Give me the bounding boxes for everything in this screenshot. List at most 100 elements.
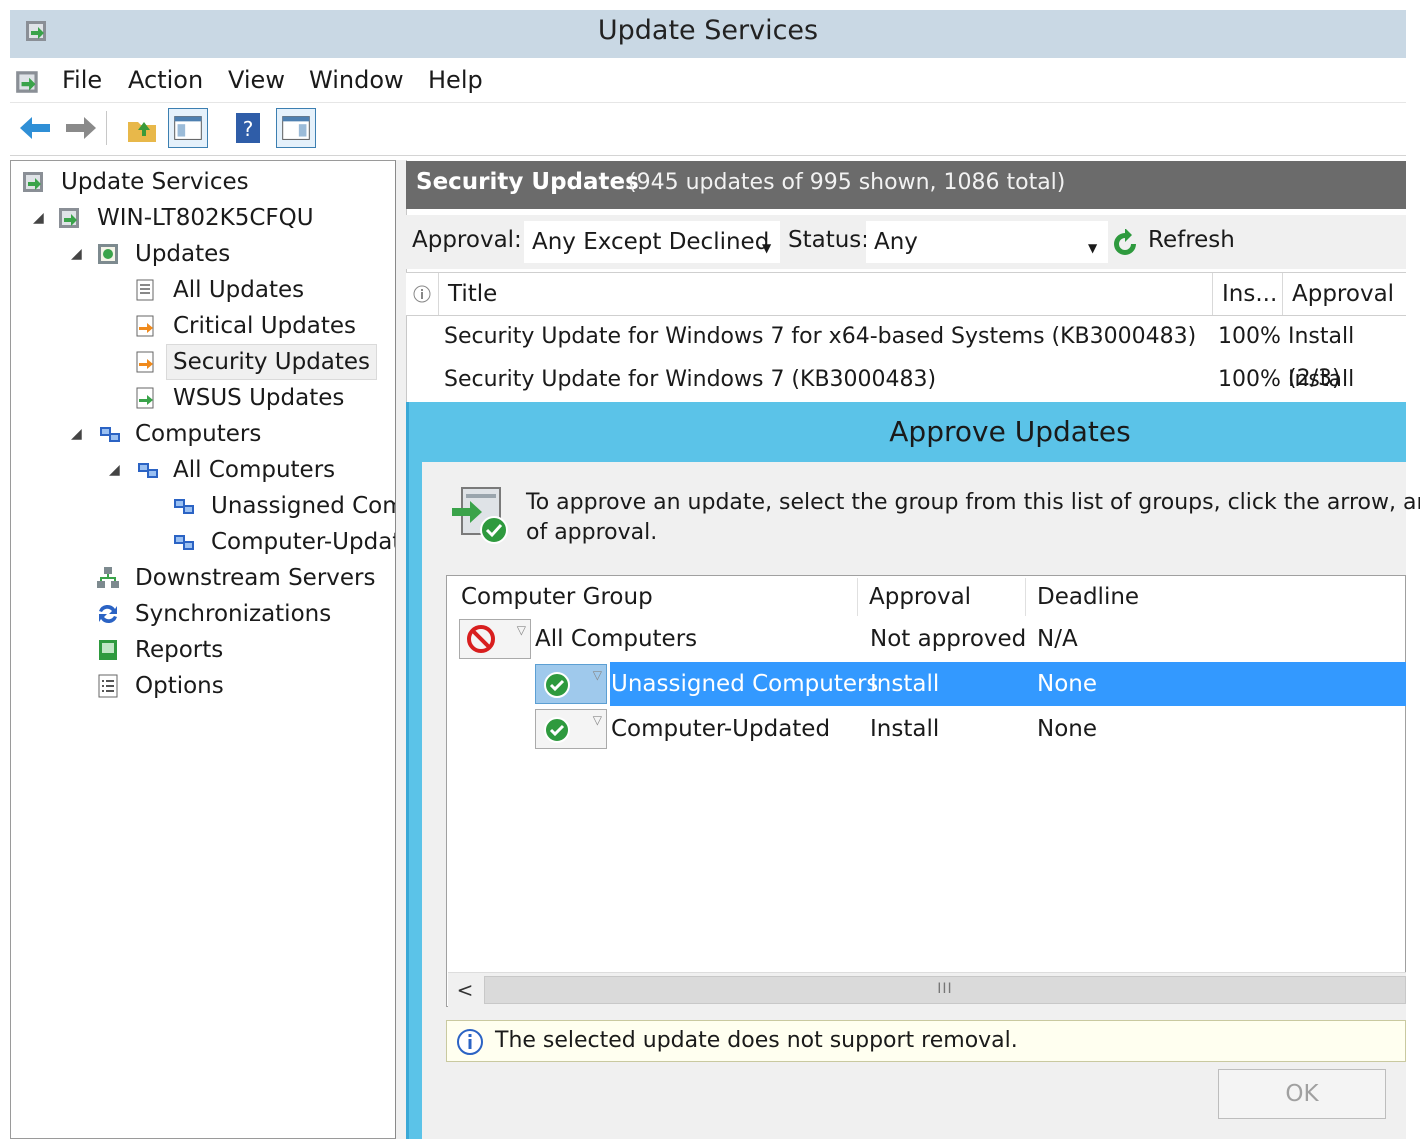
- column-title[interactable]: Title: [448, 273, 497, 315]
- refresh-label: Refresh: [1148, 227, 1235, 253]
- tree-item-options[interactable]: Options: [11, 669, 391, 703]
- ok-button[interactable]: OK: [1218, 1069, 1386, 1119]
- info-message: The selected update does not support rem…: [495, 1028, 1018, 1053]
- tree-label: Update Services: [61, 169, 249, 195]
- collapse-arrow-icon[interactable]: ◢: [109, 453, 123, 487]
- computers-icon: [174, 535, 194, 550]
- refresh-button[interactable]: Refresh: [1110, 223, 1240, 261]
- wsus-update-icon: [136, 387, 154, 409]
- tree-label: All Computers: [173, 457, 336, 483]
- tree-item-unassigned-computers[interactable]: Unassigned Com: [11, 489, 395, 523]
- menu-file[interactable]: File: [62, 64, 102, 96]
- update-title: Security Update for Windows 7 (KB3000483…: [444, 367, 937, 392]
- group-name: Computer-Updated: [611, 716, 831, 742]
- window-title: Update Services: [597, 15, 819, 46]
- tree-item-downstream-servers[interactable]: Downstream Servers: [11, 561, 391, 595]
- tree-label: Critical Updates: [173, 313, 357, 339]
- menu-action[interactable]: Action: [128, 64, 203, 96]
- group-approval: Install: [870, 716, 940, 742]
- wsus-server-icon: [59, 208, 79, 228]
- wsus-server-icon: [23, 172, 43, 192]
- show-hide-action-pane-icon[interactable]: [276, 108, 316, 148]
- tree-item-computer-updated[interactable]: Computer-Updat: [11, 525, 395, 559]
- tree-label: WIN-LT802K5CFQU: [97, 205, 314, 231]
- dialog-title: Approve Updates: [889, 415, 1131, 448]
- status-filter-dropdown[interactable]: Any ▼: [866, 221, 1108, 263]
- back-arrow-icon[interactable]: [16, 108, 56, 148]
- tree-item-computers[interactable]: ◢ Computers: [11, 417, 391, 451]
- chevron-down-icon: ▼: [1088, 241, 1098, 255]
- column-approval[interactable]: Approval: [1292, 273, 1394, 315]
- update-row[interactable]: Security Update for Windows 7 for x64-ba…: [406, 316, 1406, 391]
- collapse-arrow-icon[interactable]: ◢: [71, 237, 85, 271]
- approval-filter-dropdown[interactable]: Any Except Declined ▼: [524, 221, 780, 263]
- update-row[interactable]: Security Update for Windows 7 (KB3000483…: [406, 359, 1406, 434]
- collapse-arrow-icon[interactable]: ◢: [71, 417, 85, 451]
- group-name: Unassigned Computers: [611, 671, 879, 697]
- approval-dropdown-button[interactable]: ▽: [535, 709, 607, 749]
- menu-help[interactable]: Help: [428, 64, 483, 96]
- filter-bar: Approval: Any Except Declined ▼ Status: …: [406, 215, 1406, 269]
- tree-item-all-computers[interactable]: ◢ All Computers: [11, 453, 391, 487]
- computer-group-row[interactable]: ▽ Computer-Updated Install None: [447, 707, 1406, 751]
- tree-item-wsus-updates[interactable]: WSUS Updates: [11, 381, 391, 415]
- tree-item-all-updates[interactable]: All Updates: [11, 273, 391, 307]
- scroll-left-icon[interactable]: <: [448, 973, 482, 1007]
- forward-arrow-icon[interactable]: [60, 108, 100, 148]
- tree-item-critical-updates[interactable]: Critical Updates: [11, 309, 391, 343]
- tree-item-server[interactable]: ◢ WIN-LT802K5CFQU: [11, 201, 391, 235]
- menu-bar: File Action View Window Help: [10, 58, 1406, 103]
- collapse-arrow-icon[interactable]: ◢: [33, 201, 47, 235]
- computer-group-row[interactable]: ▽ Unassigned Computers Install None: [447, 662, 1406, 706]
- options-icon: [98, 674, 118, 698]
- tree-item-update-services[interactable]: Update Services: [11, 165, 391, 199]
- computers-icon: [138, 463, 158, 478]
- menu-window[interactable]: Window: [309, 64, 404, 96]
- tree-item-updates[interactable]: ◢ Updates: [11, 237, 391, 271]
- mmc-menu-icon[interactable]: [14, 68, 42, 96]
- tree-item-synchronizations[interactable]: Synchronizations: [11, 597, 391, 631]
- column-installed[interactable]: Ins...: [1222, 273, 1277, 315]
- approval-dropdown-button[interactable]: ▽: [459, 619, 531, 659]
- group-deadline: None: [1037, 716, 1098, 742]
- horizontal-scrollbar[interactable]: < III: [448, 972, 1406, 1007]
- results-pane-title: Security Updates: [416, 169, 639, 195]
- chevron-down-icon: ▽: [592, 668, 602, 682]
- info-bar: The selected update does not support rem…: [446, 1020, 1406, 1062]
- info-column-icon[interactable]: [412, 284, 432, 304]
- tree-label: Security Updates: [165, 344, 378, 380]
- show-hide-tree-icon[interactable]: [168, 108, 208, 148]
- dialog-instructions-line2: of approval.: [526, 520, 658, 545]
- approval-dropdown-button[interactable]: ▽: [535, 664, 607, 704]
- computers-icon: [174, 499, 194, 514]
- column-approval[interactable]: Approval: [869, 576, 971, 618]
- synchronizations-icon: [99, 604, 117, 624]
- refresh-icon: [1114, 229, 1136, 255]
- update-title: Security Update for Windows 7 for x64-ba…: [444, 324, 1197, 349]
- toolbar: ?: [10, 103, 1406, 156]
- not-approved-icon: [467, 625, 495, 653]
- tree-item-reports[interactable]: Reports: [11, 633, 391, 667]
- tree-label: Computers: [135, 421, 262, 447]
- approval-filter-label: Approval:: [412, 227, 522, 253]
- tree-label: Synchronizations: [135, 601, 332, 627]
- scroll-thumb[interactable]: III: [484, 976, 1406, 1004]
- group-approval: Install: [870, 671, 940, 697]
- computer-group-row[interactable]: ▽ All Computers Not approved N/A: [447, 617, 1406, 661]
- approved-check-icon: [544, 717, 570, 743]
- column-computer-group[interactable]: Computer Group: [461, 576, 653, 618]
- tree-label: WSUS Updates: [173, 385, 345, 411]
- security-update-icon: [136, 351, 154, 373]
- tree-label: Unassigned Com: [211, 493, 395, 519]
- up-folder-icon[interactable]: [122, 108, 162, 148]
- downstream-servers-icon: [97, 567, 119, 588]
- approval-filter-value: Any Except Declined: [532, 229, 770, 255]
- menu-view[interactable]: View: [228, 64, 285, 96]
- column-deadline[interactable]: Deadline: [1037, 576, 1139, 618]
- status-filter-value: Any: [874, 229, 918, 255]
- update-view-icon: [136, 279, 154, 301]
- tree-item-security-updates[interactable]: Security Updates: [11, 344, 391, 380]
- help-icon[interactable]: ?: [228, 108, 268, 148]
- tree-label: All Updates: [173, 277, 305, 303]
- updates-folder-icon: [98, 244, 118, 264]
